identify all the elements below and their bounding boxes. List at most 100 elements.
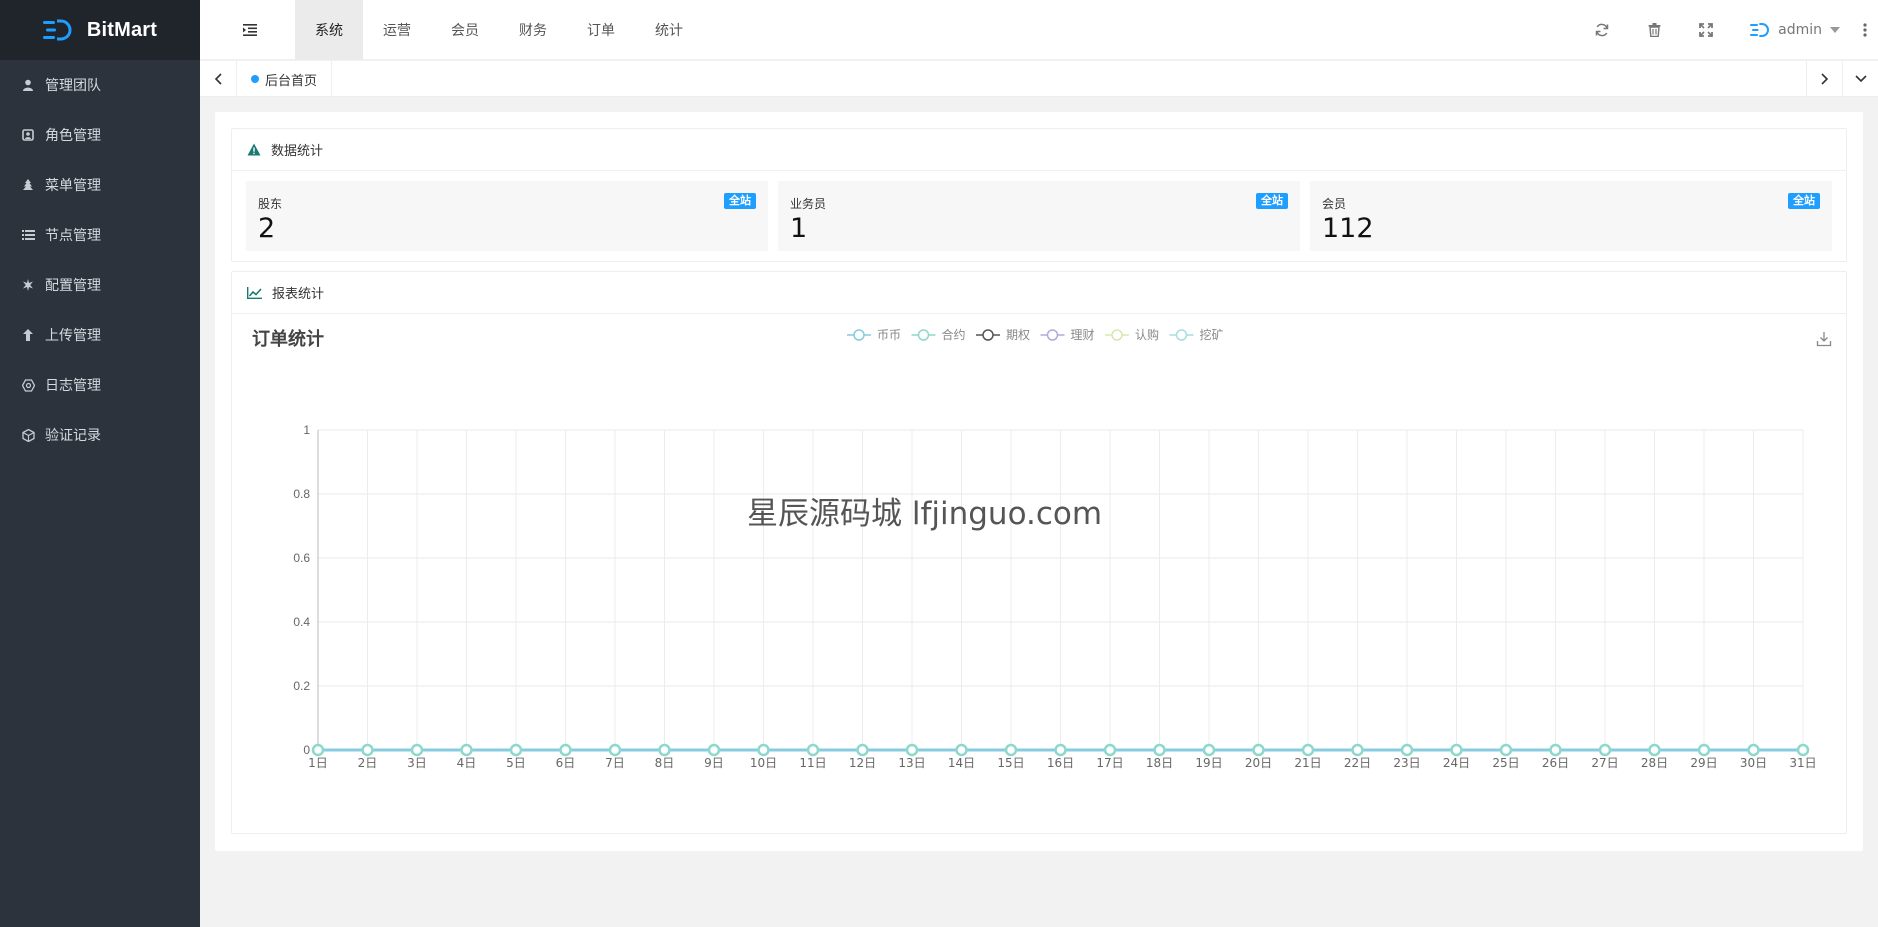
legend-label: 合约 <box>942 327 966 342</box>
warning-icon <box>247 143 261 156</box>
chevron-down-icon <box>1854 75 1867 83</box>
legend-marker <box>1175 329 1188 341</box>
scope-badge: 全站 <box>724 193 756 209</box>
report-panel: 报表统计 订单统计 0 0.2 0.4 0.6 0.8 1 1日 2日 3日 4日 5日 6日 7日 8日… <box>231 271 1847 834</box>
scope-badge: 全站 <box>1788 193 1820 209</box>
sidebar-item-team[interactable]: 管理团队 <box>0 60 200 110</box>
data-point <box>707 743 721 757</box>
order-chart-svg: 00.20.40.60.811日 2日 3日 4日 5日 6日 7日 8日 9日 10日 11日 12… <box>293 327 1816 770</box>
x-tick-label: 12日 <box>849 756 876 770</box>
tabs-menu-button[interactable] <box>1842 61 1878 97</box>
stat-card-members[interactable]: 会员 112 全站 <box>1310 181 1832 251</box>
data-point <box>1400 743 1414 757</box>
sidebar-item-label: 节点管理 <box>45 228 101 244</box>
download-icon <box>1816 332 1832 347</box>
data-point <box>905 743 919 757</box>
data-point <box>559 743 572 757</box>
download-chart-button[interactable] <box>1816 331 1832 347</box>
main-content: 数据统计 股东 2 全站 业务员 1 全站 会员 112 全站 报表统计 订单统… <box>215 112 1863 851</box>
sidebar-item-label: 配置管理 <box>45 278 101 294</box>
stat-card-shareholders[interactable]: 股东 2 全站 <box>246 181 768 251</box>
x-tick-label: 7日 <box>605 756 625 770</box>
data-point <box>1202 743 1216 757</box>
sidebar-item-log[interactable]: 日志管理 <box>0 360 200 410</box>
logo[interactable]: BitMart <box>0 0 200 60</box>
tab-finance[interactable]: 财务 <box>499 0 567 60</box>
sidebar-item-upload[interactable]: 上传管理 <box>0 310 200 360</box>
sidebar-item-node[interactable]: 节点管理 <box>0 210 200 260</box>
sidebar-item-verify[interactable]: 验证记录 <box>0 410 200 460</box>
stat-value: 112 <box>1322 213 1374 244</box>
sidebar-item-role[interactable]: 角色管理 <box>0 110 200 160</box>
x-tick-label: 20日 <box>1245 756 1272 770</box>
fullscreen-button[interactable] <box>1680 0 1732 60</box>
data-point <box>608 743 622 757</box>
tab-statistics[interactable]: 统计 <box>635 0 703 60</box>
stat-card-salesmen[interactable]: 业务员 1 全站 <box>778 181 1300 251</box>
chevron-down-icon <box>1830 27 1840 33</box>
stat-cards: 股东 2 全站 业务员 1 全站 会员 112 全站 <box>232 171 1846 251</box>
tabs-scroll-left-button[interactable] <box>200 61 237 97</box>
sidebar-item-config[interactable]: 配置管理 <box>0 260 200 310</box>
x-tick-label: 22日 <box>1344 756 1371 770</box>
x-tick-label: 16日 <box>1047 756 1074 770</box>
data-point <box>1301 743 1315 757</box>
tab-system[interactable]: 系统 <box>295 0 363 60</box>
data-point <box>1054 743 1067 757</box>
stat-label: 会员 <box>1322 197 1347 211</box>
legend-marker <box>853 329 865 341</box>
data-point <box>1252 743 1265 757</box>
refresh-button[interactable] <box>1576 0 1628 60</box>
x-tick-label: 18日 <box>1146 756 1173 770</box>
header-tools: admin <box>1576 0 1878 60</box>
x-tick-label: 23日 <box>1393 756 1420 770</box>
stat-value: 2 <box>258 213 276 244</box>
tab-operations[interactable]: 运营 <box>363 0 431 60</box>
x-tick-label: 11日 <box>799 756 826 770</box>
trash-icon <box>1648 23 1661 37</box>
x-tick-label: 31日 <box>1789 756 1816 770</box>
app-name: BitMart <box>86 18 158 41</box>
avatar <box>1750 23 1770 37</box>
top-nav-tabs: 系统 运营 会员 财务 订单 统计 <box>295 0 703 60</box>
data-point <box>1747 743 1760 757</box>
indent-icon <box>243 24 257 36</box>
x-tick-label: 30日 <box>1740 756 1767 770</box>
username: admin <box>1778 22 1822 38</box>
tab-home[interactable]: 后台首页 <box>237 61 333 97</box>
top-header: 系统 运营 会员 财务 订单 统计 admin <box>200 0 1878 60</box>
more-vertical-icon <box>1863 23 1867 37</box>
data-point <box>1103 743 1117 757</box>
tab-orders[interactable]: 订单 <box>567 0 635 60</box>
more-button[interactable] <box>1852 0 1878 60</box>
tabs-scroll-right-button[interactable] <box>1806 61 1842 97</box>
stats-panel: 数据统计 股东 2 全站 业务员 1 全站 会员 112 全站 <box>231 128 1847 262</box>
user-menu[interactable]: admin <box>1732 0 1852 60</box>
x-tick-label: 10日 <box>750 756 777 770</box>
x-tick-label: 19日 <box>1195 756 1222 770</box>
data-point <box>1697 743 1711 757</box>
legend-marker <box>917 329 930 341</box>
legend-label: 币币 <box>877 328 901 342</box>
x-tick-label: 6日 <box>556 756 576 770</box>
tab-home-label: 后台首页 <box>265 73 318 89</box>
sidebar-item-label: 日志管理 <box>45 378 101 394</box>
x-tick-label: 9日 <box>704 756 724 770</box>
x-tick-label: 1日 <box>308 756 328 770</box>
tree-icon <box>20 177 36 193</box>
data-point <box>856 743 869 757</box>
data-point <box>1004 743 1018 757</box>
x-tick-label: 17日 <box>1096 756 1123 770</box>
upload-icon <box>20 327 36 343</box>
data-point <box>658 743 671 757</box>
log-icon <box>20 377 36 393</box>
tab-members[interactable]: 会员 <box>431 0 499 60</box>
x-tick-label: 25日 <box>1492 756 1519 770</box>
sidebar-toggle-button[interactable] <box>240 20 260 40</box>
role-icon <box>20 127 36 143</box>
clear-cache-button[interactable] <box>1628 0 1680 60</box>
list-icon <box>20 227 36 243</box>
stats-panel-title: 数据统计 <box>232 129 1846 171</box>
sidebar-item-menu[interactable]: 菜单管理 <box>0 160 200 210</box>
data-point <box>361 743 374 757</box>
